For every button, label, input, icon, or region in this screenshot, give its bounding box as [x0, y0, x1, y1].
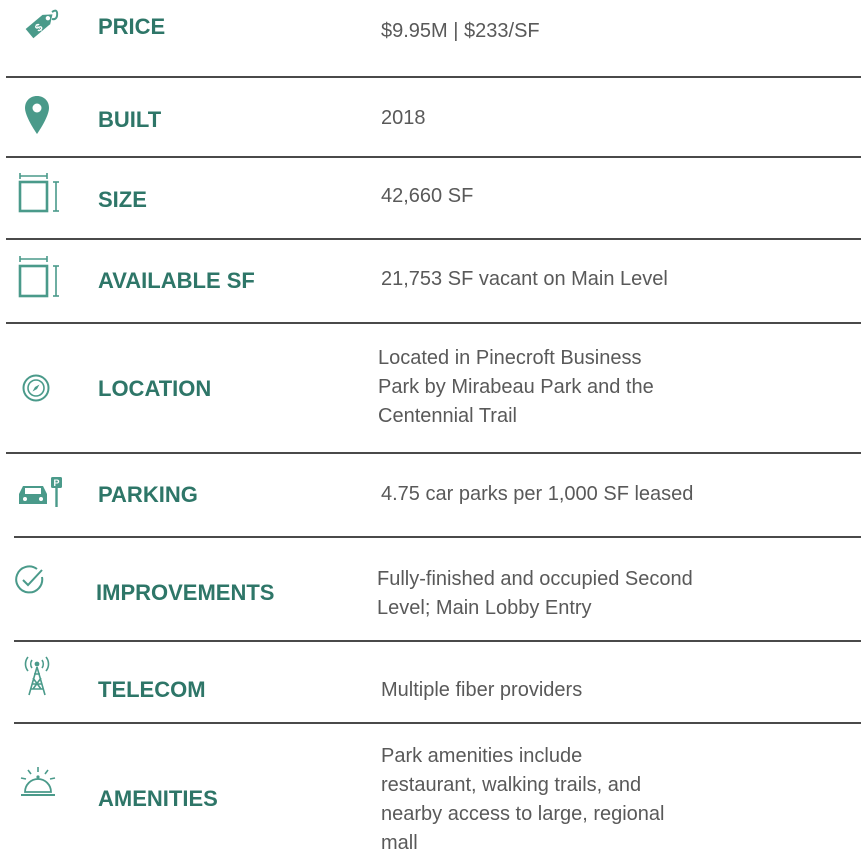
- price-tag-icon: $: [25, 9, 59, 39]
- row-divider: [14, 722, 861, 724]
- row-divider: [6, 322, 861, 324]
- service-bell-icon: [20, 767, 56, 796]
- row-value: Multiple fiber providers: [381, 679, 583, 701]
- row-label: LOCATION: [98, 376, 212, 401]
- row-divider: [6, 238, 861, 240]
- row-divider: [6, 76, 861, 78]
- car-parking-icon: P: [19, 477, 62, 507]
- row-value: 21,753 SF vacant on Main Level: [381, 268, 668, 290]
- row-label: SIZE: [98, 187, 147, 212]
- row-label: PARKING: [98, 482, 198, 507]
- row-value: 4.75 car parks per 1,000 SF leased: [381, 483, 694, 505]
- row-label: AVAILABLE SF: [98, 268, 255, 293]
- row-label: BUILT: [98, 107, 162, 132]
- row-value: Park amenities include restaurant, walki…: [381, 745, 665, 854]
- map-pin-icon: [25, 96, 49, 134]
- row-value: Fully-finished and occupied Second Level…: [377, 568, 693, 619]
- row-label: AMENITIES: [98, 786, 218, 811]
- row-label: PRICE: [98, 14, 166, 39]
- row-value: $9.95M | $233/SF: [381, 20, 540, 42]
- row-value: Located in Pinecroft Business Park by Mi…: [378, 347, 654, 427]
- row-divider: [6, 452, 861, 454]
- square-dimension-icon: [18, 256, 59, 298]
- square-dimension-icon: [18, 173, 59, 213]
- cell-tower-icon: [24, 656, 50, 696]
- row-label: IMPROVEMENTS: [96, 580, 275, 605]
- svg-text:P: P: [53, 478, 59, 488]
- check-circle-icon: [15, 565, 44, 594]
- row-value: 42,660 SF: [381, 185, 474, 207]
- row-divider: [14, 640, 861, 642]
- row-divider: [6, 156, 861, 158]
- compass-icon: [22, 374, 50, 402]
- row-value: 2018: [381, 107, 426, 129]
- row-label: TELECOM: [98, 677, 206, 702]
- row-divider: [14, 536, 861, 538]
